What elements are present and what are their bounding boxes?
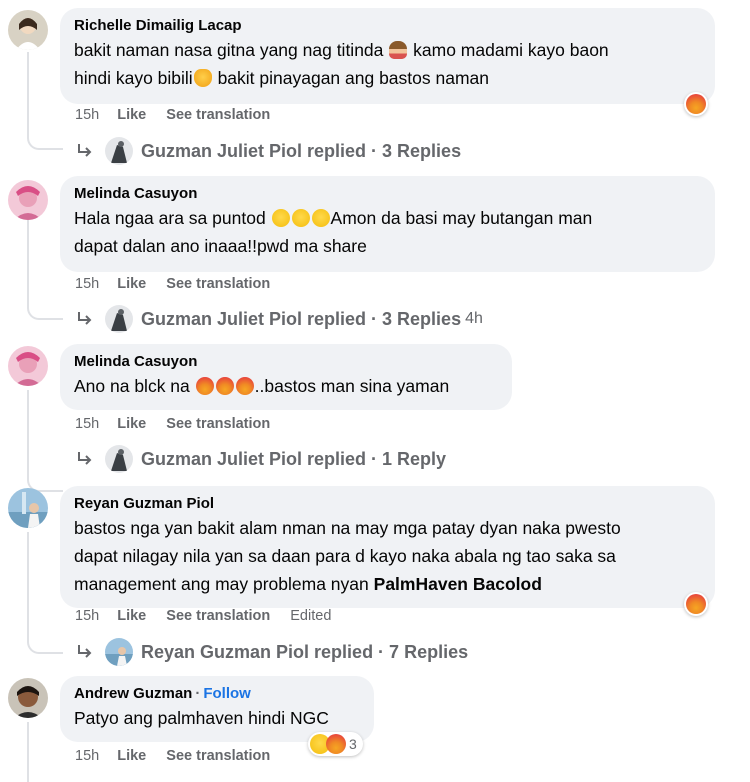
replies-link[interactable]: Reyan Guzman Piol replied · 7 Replies: [141, 640, 468, 664]
see-translation-link[interactable]: See translation: [166, 416, 270, 432]
avatar[interactable]: [8, 180, 48, 220]
comment-actions: 15h Like See translation: [75, 747, 286, 765]
like-button[interactable]: Like: [117, 107, 146, 123]
view-replies[interactable]: Guzman Juliet Piol replied · 3 Replies: [75, 137, 461, 165]
angry-emoji-icon: [215, 377, 234, 395]
angry-icon: [326, 734, 346, 754]
timestamp[interactable]: 15h: [75, 416, 99, 432]
reaction-badge[interactable]: [684, 592, 708, 616]
comment-bubble: Melinda Casuyon Ano na blck na ..bastos …: [60, 344, 512, 410]
person-emoji-icon: [389, 41, 408, 59]
replier-avatar: [105, 445, 133, 473]
author-name-row: Andrew Guzman · Follow: [74, 684, 360, 704]
replier-avatar: [105, 305, 133, 333]
angry-icon: [686, 94, 706, 114]
comment-text: Hala ngaa ara sa puntod Amon da basi may…: [74, 208, 593, 256]
author-name[interactable]: Richelle Dimailig Lacap: [74, 16, 701, 36]
comment-bubble: Richelle Dimailig Lacap bakit naman nasa…: [60, 8, 715, 104]
reply-arrow-icon: [78, 452, 92, 465]
see-translation-link[interactable]: See translation: [166, 608, 270, 624]
reply-arrow-icon: [78, 144, 92, 157]
avatar[interactable]: [8, 10, 48, 50]
like-button[interactable]: Like: [117, 276, 146, 292]
avatar[interactable]: [8, 346, 48, 386]
thread-line: [27, 532, 63, 654]
reply-arrow-icon: [78, 645, 92, 658]
replies-link[interactable]: Guzman Juliet Piol replied · 3 Replies: [141, 307, 461, 331]
comment-bubble: Reyan Guzman Piol bastos nga yan bakit a…: [60, 486, 715, 608]
reaction-badge[interactable]: [684, 92, 708, 116]
comment-text: bakit naman nasa gitna yang nag titinda …: [74, 40, 609, 88]
timestamp[interactable]: 15h: [75, 107, 99, 123]
reaction-count: 3: [349, 736, 357, 752]
timestamp[interactable]: 15h: [75, 748, 99, 764]
author-name[interactable]: Andrew Guzman: [74, 685, 192, 702]
see-translation-link[interactable]: See translation: [166, 748, 270, 764]
comment-actions: 15h Like See translation: [75, 275, 286, 293]
avatar[interactable]: [8, 488, 48, 528]
thread-line: [27, 390, 63, 492]
avatar[interactable]: [8, 678, 48, 718]
grin-emoji-icon: [271, 209, 290, 227]
mention-link[interactable]: PalmHaven Bacolod: [374, 574, 542, 594]
thread-line: [27, 722, 63, 782]
view-replies[interactable]: Reyan Guzman Piol replied · 7 Replies: [75, 638, 468, 666]
replies-link[interactable]: Guzman Juliet Piol replied · 1 Reply: [141, 447, 446, 471]
grin-emoji-icon: [291, 209, 310, 227]
grin-emoji-icon: [311, 209, 330, 227]
comment-actions: 15h Like See translation: [75, 106, 286, 124]
see-translation-link[interactable]: See translation: [166, 107, 270, 123]
comment-text: Ano na blck na ..bastos man sina yaman: [74, 376, 450, 396]
thread-line: [27, 220, 63, 320]
view-replies[interactable]: Guzman Juliet Piol replied · 1 Reply: [75, 445, 446, 473]
reply-timestamp: 4h: [465, 310, 483, 327]
angry-icon: [686, 594, 706, 614]
follow-button[interactable]: Follow: [203, 685, 251, 702]
thread-line: [27, 52, 63, 150]
see-translation-link[interactable]: See translation: [166, 276, 270, 292]
separator-dot: ·: [195, 685, 201, 702]
author-name[interactable]: Melinda Casuyon: [74, 352, 498, 372]
edited-label: Edited: [290, 608, 332, 624]
angry-emoji-icon: [195, 377, 214, 395]
angry-emoji-icon: [235, 377, 254, 395]
view-replies[interactable]: Guzman Juliet Piol replied · 3 Replies 4…: [75, 305, 483, 333]
author-name[interactable]: Melinda Casuyon: [74, 184, 701, 204]
comment-text: Patyo ang palmhaven hindi NGC: [74, 708, 329, 728]
timestamp[interactable]: 15h: [75, 276, 99, 292]
comment-actions: 15h Like See translation Edited: [75, 607, 347, 625]
comment-bubble: Melinda Casuyon Hala ngaa ara sa puntod …: [60, 176, 715, 272]
comment-text: bastos nga yan bakit alam nman na may mg…: [74, 518, 621, 594]
like-button[interactable]: Like: [117, 608, 146, 624]
reply-arrow-icon: [78, 312, 92, 325]
timestamp[interactable]: 15h: [75, 608, 99, 624]
replier-avatar: [105, 638, 133, 666]
replier-avatar: [105, 137, 133, 165]
replies-link[interactable]: Guzman Juliet Piol replied · 3 Replies: [141, 139, 461, 163]
comment-actions: 15h Like See translation: [75, 415, 286, 433]
author-name[interactable]: Reyan Guzman Piol: [74, 494, 701, 514]
like-button[interactable]: Like: [117, 748, 146, 764]
reaction-badge[interactable]: 3: [308, 732, 363, 756]
like-button[interactable]: Like: [117, 416, 146, 432]
cat-emoji-icon: [193, 69, 212, 87]
